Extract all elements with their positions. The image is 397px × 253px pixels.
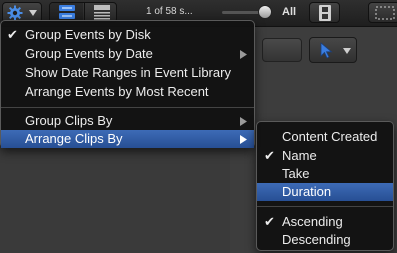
submenu-item-content-created[interactable]: Content Created (257, 128, 393, 146)
list-view-icon (94, 5, 110, 20)
submenu-arrow-icon (240, 50, 247, 59)
menu-item-label: Content Created (282, 129, 378, 144)
menu-item-group-events-by-disk[interactable]: ✔ Group Events by Disk (1, 26, 254, 44)
arrange-clips-submenu: Content Created ✔ Name Take Duration ✔ A… (256, 121, 394, 251)
submenu-item-take[interactable]: Take (257, 165, 393, 183)
checkmark-icon: ✔ (264, 214, 275, 229)
menu-item-label: Group Clips By (25, 113, 113, 128)
menu-item-label: Show Date Ranges in Event Library (25, 65, 231, 80)
transform-button[interactable] (368, 2, 397, 23)
chevron-down-icon (29, 10, 37, 16)
clip-appearance-button[interactable] (309, 2, 340, 23)
menu-item-label: Name (282, 148, 317, 163)
menu-item-label: Arrange Clips By (25, 131, 123, 146)
arrow-pointer-icon (320, 42, 333, 59)
submenu-item-name[interactable]: ✔ Name (257, 147, 393, 165)
menu-item-label: Descending (282, 232, 351, 247)
action-dropdown-menu: ✔ Group Events by Disk Group Events by D… (0, 20, 255, 148)
menu-separator (1, 107, 254, 108)
checkmark-icon: ✔ (7, 27, 18, 42)
filmstrip-icon (319, 5, 331, 21)
filmstrip-view-icon (59, 5, 75, 19)
submenu-item-duration[interactable]: Duration (257, 183, 393, 201)
menu-item-arrange-clips-by[interactable]: Arrange Clips By (1, 130, 254, 148)
tool-select-button[interactable] (309, 37, 357, 63)
menu-item-label: Duration (282, 184, 332, 199)
gear-icon (7, 5, 23, 21)
menu-item-show-date-ranges[interactable]: Show Date Ranges in Event Library (1, 64, 254, 82)
menu-separator (257, 206, 393, 207)
menu-item-group-clips-by[interactable]: Group Clips By (1, 112, 254, 130)
checkmark-icon: ✔ (264, 148, 275, 163)
clip-count-label: 1 of 58 s... (146, 6, 193, 17)
menu-item-arrange-events-most-recent[interactable]: Arrange Events by Most Recent (1, 83, 254, 101)
edit-mode-button[interactable] (262, 38, 302, 62)
clip-size-slider-knob[interactable] (258, 5, 272, 19)
submenu-arrow-icon (240, 117, 247, 126)
menu-item-group-events-by-date[interactable]: Group Events by Date (1, 45, 254, 63)
menu-item-label: Group Events by Disk (25, 27, 151, 42)
submenu-arrow-icon (240, 135, 247, 144)
duration-filter-label: All (282, 6, 297, 18)
menu-item-label: Group Events by Date (25, 46, 153, 61)
menu-item-label: Take (282, 166, 310, 181)
menu-item-label: Ascending (282, 214, 343, 229)
chevron-down-icon (343, 48, 351, 54)
menu-item-label: Arrange Events by Most Recent (25, 84, 209, 99)
submenu-item-descending[interactable]: Descending (257, 231, 393, 249)
submenu-item-ascending[interactable]: ✔ Ascending (257, 213, 393, 231)
crop-frame-icon (375, 6, 395, 20)
